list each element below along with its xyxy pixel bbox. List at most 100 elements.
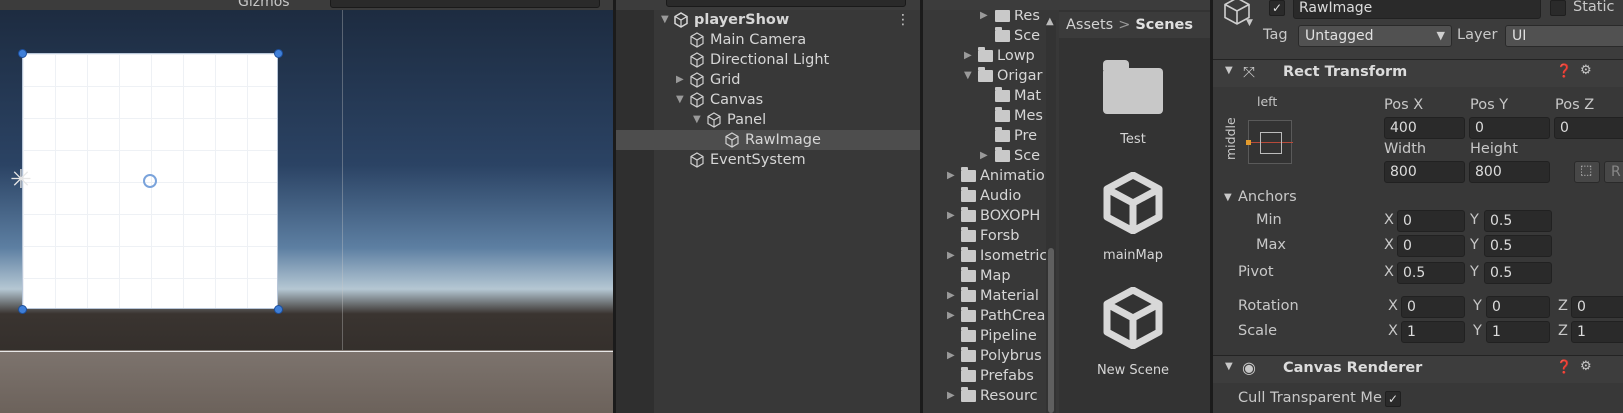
cull-transparent-checkbox[interactable]: ✓	[1385, 391, 1401, 407]
height-field[interactable]: 800	[1469, 161, 1550, 183]
rect-transform-header[interactable]: ▼ ⤧ Rect Transform ❓ ⚙	[1213, 59, 1623, 87]
anchor-min-x-field[interactable]: 0	[1397, 210, 1465, 232]
pos-y-field[interactable]: 0	[1469, 117, 1550, 139]
canvas-renderer-header[interactable]: ▼ ◉ Canvas Renderer ❓ ⚙	[1213, 355, 1623, 383]
help-icon[interactable]: ❓	[1556, 64, 1572, 79]
tree-item[interactable]: ▶ Resourc	[923, 386, 1057, 406]
hierarchy-item-panel[interactable]: ▼ Panel	[616, 110, 920, 130]
hierarchy-item-grid[interactable]: ▶ Grid	[616, 70, 920, 90]
pos-z-field[interactable]: 0	[1554, 117, 1623, 139]
hierarchy-item-directional-light[interactable]: Directional Light	[616, 50, 920, 70]
tree-item[interactable]: ▶ PathCrea	[923, 306, 1057, 326]
hierarchy-scene-row[interactable]: ▼ playerShow ⋮	[616, 10, 920, 30]
width-field[interactable]: 800	[1384, 161, 1465, 183]
tree-item[interactable]: ▶ Polybrus	[923, 346, 1057, 366]
raw-edit-button[interactable]: R	[1604, 161, 1623, 183]
static-checkbox[interactable]	[1550, 0, 1566, 16]
pivot-y-field[interactable]: 0.5	[1484, 262, 1552, 284]
kebab-menu-icon[interactable]: ⋮	[896, 10, 910, 30]
tree-item[interactable]: Mat	[923, 86, 1057, 106]
breadcrumb-assets[interactable]: Assets	[1066, 17, 1113, 33]
rect-handle-top-left[interactable]	[18, 49, 27, 58]
collapse-arrow-icon[interactable]: ▼	[1225, 65, 1233, 76]
icon-dropdown-caret-icon[interactable]: ▼	[1246, 18, 1253, 28]
tree-item[interactable]: ▶ Res	[923, 10, 1057, 26]
expand-arrow-icon[interactable]: ▼	[964, 66, 972, 86]
tree-item[interactable]: Mes	[923, 106, 1057, 126]
tree-item[interactable]: ▶ Isometric	[923, 246, 1057, 266]
expand-arrow-icon[interactable]: ▶	[947, 306, 955, 326]
hierarchy-item-eventsystem[interactable]: EventSystem	[616, 150, 920, 170]
expand-arrow-icon[interactable]: ▶	[947, 346, 955, 366]
asset-item-new-scene[interactable]: New Scene	[1073, 285, 1193, 378]
scene-view[interactable]: Gizmos ✳	[0, 0, 613, 413]
tree-item[interactable]: Audio	[923, 186, 1057, 206]
tree-scrollbar[interactable]: ▲	[1046, 16, 1056, 413]
expand-arrow-icon[interactable]: ▶	[980, 10, 988, 26]
expand-arrow-icon[interactable]: ▶	[676, 70, 684, 90]
tree-item[interactable]: ▶ BOXOPH	[923, 206, 1057, 226]
gizmos-button[interactable]: Gizmos	[238, 0, 290, 10]
expand-arrow-icon[interactable]: ▶	[947, 286, 955, 306]
expand-arrow-icon[interactable]: ▼	[661, 10, 669, 30]
scroll-up-arrow-icon[interactable]: ▲	[1046, 16, 1054, 27]
rotation-z-field[interactable]: 0	[1571, 296, 1623, 318]
expand-arrow-icon[interactable]: ▶	[947, 166, 955, 186]
scale-x-field[interactable]: 1	[1401, 321, 1465, 343]
scale-z-field[interactable]: 1	[1571, 321, 1623, 343]
anchor-presets-button[interactable]	[1246, 120, 1293, 164]
rotation-y-field[interactable]: 0	[1486, 296, 1550, 318]
expand-arrow-icon[interactable]: ▶	[947, 246, 955, 266]
hierarchy-search-input[interactable]	[666, 0, 906, 7]
tag-dropdown[interactable]: Untagged ▼	[1298, 25, 1452, 47]
layer-dropdown[interactable]: UI	[1505, 25, 1623, 47]
raw-edit-label: R	[1611, 164, 1621, 180]
tree-item[interactable]: Pre	[923, 126, 1057, 146]
expand-arrow-icon[interactable]: ▼	[693, 110, 701, 130]
hierarchy-item-canvas[interactable]: ▼ Canvas	[616, 90, 920, 110]
tree-item[interactable]: Forsb	[923, 226, 1057, 246]
rect-handle-bottom-right[interactable]	[274, 305, 283, 314]
object-name-field[interactable]: RawImage	[1293, 0, 1541, 19]
pivot-handle[interactable]	[143, 174, 157, 188]
scene-search-input[interactable]	[330, 0, 600, 8]
pivot-x-field[interactable]: 0.5	[1397, 262, 1465, 284]
expand-arrow-icon[interactable]: ▶	[947, 206, 955, 226]
tree-item[interactable]: ▶ Material	[923, 286, 1057, 306]
help-icon[interactable]: ❓	[1556, 360, 1572, 375]
asset-item-mainmap[interactable]: mainMap	[1073, 170, 1193, 263]
component-settings-icon[interactable]: ⚙	[1580, 359, 1592, 374]
anchor-max-y-field[interactable]: 0.5	[1484, 235, 1552, 257]
tree-item[interactable]: Sce	[923, 26, 1057, 46]
anchor-icon[interactable]: ✳	[10, 165, 32, 195]
hierarchy-item-main-camera[interactable]: Main Camera	[616, 30, 920, 50]
active-checkbox[interactable]: ✓	[1269, 0, 1285, 16]
tree-item[interactable]: Pipeline	[923, 326, 1057, 346]
expand-arrow-icon[interactable]: ▶	[964, 46, 972, 66]
scrollbar-thumb[interactable]	[1048, 248, 1054, 413]
tree-item[interactable]: ▼ Origar	[923, 66, 1057, 86]
rect-handle-top-right[interactable]	[274, 49, 283, 58]
hierarchy-item-rawimage[interactable]: RawImage	[616, 130, 920, 150]
tree-item[interactable]: ▶ Lowp	[923, 46, 1057, 66]
collapse-arrow-icon[interactable]: ▼	[1225, 361, 1233, 372]
tree-item[interactable]: ▶ Sce	[923, 146, 1057, 166]
anchor-max-x-field[interactable]: 0	[1397, 235, 1465, 257]
tree-item[interactable]: ▶ Animatio	[923, 166, 1057, 186]
breadcrumb-scenes[interactable]: Scenes	[1135, 17, 1193, 33]
collapse-arrow-icon[interactable]: ▼	[1224, 192, 1232, 203]
pos-x-field[interactable]: 400	[1384, 117, 1465, 139]
tree-item[interactable]: Prefabs	[923, 366, 1057, 386]
expand-arrow-icon[interactable]: ▶	[980, 146, 988, 166]
component-settings-icon[interactable]: ⚙	[1580, 63, 1592, 78]
rect-handle-bottom-left[interactable]	[18, 305, 27, 314]
rotation-x-field[interactable]: 0	[1401, 296, 1465, 318]
anchor-min-y-field[interactable]: 0.5	[1484, 210, 1552, 232]
tree-item[interactable]: Map	[923, 266, 1057, 286]
expand-arrow-icon[interactable]: ▼	[676, 90, 684, 110]
expand-arrow-icon[interactable]: ▶	[947, 386, 955, 406]
blueprint-mode-button[interactable]: ⬚	[1574, 161, 1600, 183]
scale-x-axis-label: X	[1388, 323, 1398, 339]
scale-y-field[interactable]: 1	[1486, 321, 1550, 343]
asset-item-test[interactable]: Test	[1073, 60, 1193, 150]
